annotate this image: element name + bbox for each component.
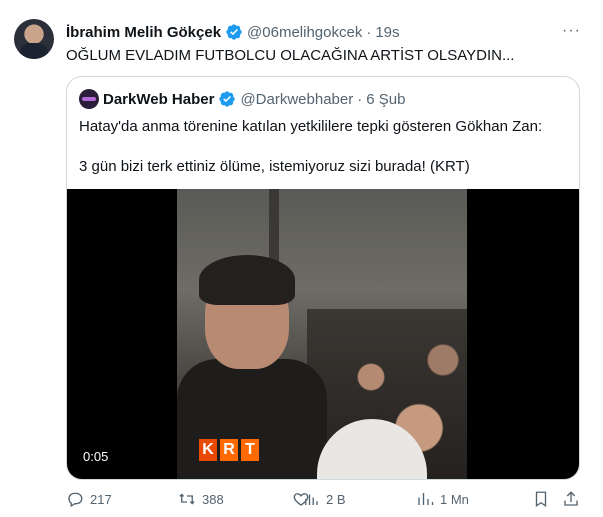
- stats-icon: [418, 493, 434, 505]
- video-person-body: [177, 359, 327, 479]
- header-separator: ·: [366, 23, 372, 41]
- video-person-hair: [199, 255, 295, 305]
- quote-separator: ·: [357, 90, 363, 108]
- quote-header: DarkWeb Haber @Darkwebhaber · 6 Şub: [79, 89, 405, 109]
- views-button[interactable]: 2 B: [302, 488, 346, 510]
- bookmark-button[interactable]: [532, 488, 550, 510]
- stats-count: 1 Mn: [440, 491, 469, 507]
- tweet-card[interactable]: İbrahim Melih Gökçek @06melihgokcek · 19…: [0, 0, 603, 517]
- quote-text-line-1: Hatay'da anma törenine katılan yetkilile…: [79, 118, 543, 135]
- quote-author-name[interactable]: DarkWeb Haber: [103, 91, 214, 108]
- tweet-header: İbrahim Melih Gökçek @06melihgokcek · 19…: [66, 22, 400, 42]
- quote-author-avatar[interactable]: [79, 89, 99, 109]
- bookmark-icon: [535, 491, 547, 508]
- retweet-count: 388: [202, 491, 224, 507]
- more-icon[interactable]: ···: [562, 22, 581, 40]
- views-count: 2 B: [326, 491, 346, 507]
- views-icon: [305, 494, 318, 505]
- tweet-text: OĞLUM EVLADIM FUTBOLCU OLACAĞINA ARTİST …: [66, 47, 515, 64]
- reply-count: 217: [90, 491, 112, 507]
- author-name[interactable]: İbrahim Melih Gökçek: [66, 24, 221, 41]
- retweet-icon: [179, 493, 195, 505]
- krt-logo-letter: R: [220, 439, 238, 461]
- share-icon: [564, 491, 578, 506]
- verified-badge-icon: [226, 24, 242, 40]
- video-frame: K R T: [177, 189, 467, 479]
- video-player[interactable]: K R T 0:05: [67, 189, 579, 479]
- tweet-time[interactable]: 19s: [375, 24, 399, 41]
- quote-text-line-2: 3 gün bizi terk ettiniz ölüme, istemiyor…: [79, 158, 470, 175]
- quoted-tweet[interactable]: DarkWeb Haber @Darkwebhaber · 6 Şub Hata…: [66, 76, 580, 480]
- retweet-button[interactable]: 388: [178, 488, 224, 510]
- krt-logo: K R T: [195, 439, 263, 461]
- reply-button[interactable]: 217: [66, 488, 112, 510]
- quote-date[interactable]: 6 Şub: [366, 91, 405, 108]
- krt-logo-letter: T: [241, 439, 259, 461]
- quote-author-handle[interactable]: @Darkwebhaber: [240, 91, 353, 108]
- action-bar: 217 388 2 B 1 Mn: [66, 488, 582, 510]
- author-handle[interactable]: @06melihgokcek: [247, 24, 362, 41]
- reply-icon: [68, 492, 83, 508]
- stats-button[interactable]: 1 Mn: [416, 488, 469, 510]
- author-avatar[interactable]: [14, 19, 54, 59]
- video-timestamp: 0:05: [79, 447, 113, 467]
- verified-badge-icon: [219, 91, 236, 107]
- share-button[interactable]: [562, 488, 580, 510]
- krt-logo-letter: K: [199, 439, 217, 461]
